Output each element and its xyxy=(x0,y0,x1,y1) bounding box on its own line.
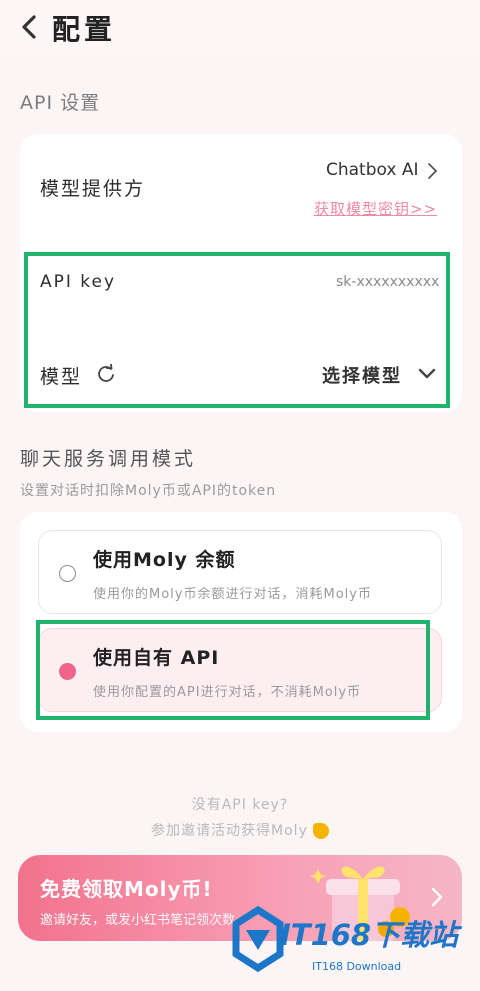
chevron-right-icon xyxy=(428,163,438,179)
option-description: 使用你的Moly币余额进行对话，消耗Moly币 xyxy=(93,587,372,602)
page-title: 配置 xyxy=(52,13,117,46)
get-key-link[interactable]: 获取模型密钥>> xyxy=(314,198,437,219)
chat-section-label: 聊天服务调用模式 xyxy=(20,448,197,470)
header: 配置 xyxy=(0,0,480,56)
it168-watermark: IT168下载站 IT168 Download xyxy=(232,900,472,984)
highlight-box-own-api xyxy=(36,620,430,720)
option-title: 使用Moly 余额 xyxy=(93,549,236,571)
provider-row[interactable]: 模型提供方 Chatbox AI xyxy=(20,134,462,244)
api-section-label: API 设置 xyxy=(20,92,101,114)
no-api-key-hint: 没有API key? xyxy=(191,797,289,813)
watermark-text: IT168下载站 xyxy=(280,918,459,952)
back-arrow-icon[interactable] xyxy=(18,14,42,40)
provider-value: Chatbox AI xyxy=(326,160,419,180)
highlight-box-api xyxy=(24,252,450,408)
chat-section-description: 设置对话时扣除Moly币或API的token xyxy=(20,483,277,499)
option-moly-balance[interactable]: 使用Moly 余额 使用你的Moly币余额进行对话，消耗Moly币 xyxy=(38,530,442,614)
config-page: 配置 API 设置 模型提供方 Chatbox AI 获取模型密钥>> API … xyxy=(0,0,480,991)
invite-hint-row[interactable]: 参加邀请活动获得Moly xyxy=(0,820,480,840)
provider-label: 模型提供方 xyxy=(40,178,146,200)
invite-hint-text: 参加邀请活动获得Moly xyxy=(151,823,308,839)
pointing-hand-icon xyxy=(312,822,329,839)
banner-title: 免费领取Moly币! xyxy=(40,877,213,901)
watermark-subtext: IT168 Download xyxy=(312,960,402,973)
radio-unselected-icon[interactable] xyxy=(59,565,76,582)
it168-logo-icon xyxy=(232,906,284,972)
banner-subtitle: 邀请好友，或发小红书笔记领次数 xyxy=(40,913,236,928)
